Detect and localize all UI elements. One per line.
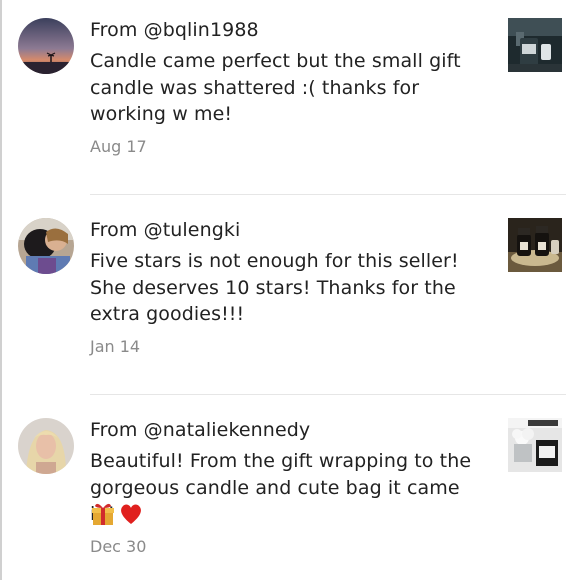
review-author: From @tulengki [90,217,240,243]
review-text: Candle came perfect but the small gift c… [90,50,461,125]
username-link[interactable]: @bqlin1988 [144,19,259,41]
avatar[interactable] [18,18,74,74]
review-text: Five stars is not enough for this seller… [90,250,459,325]
review-date: Aug 17 [90,137,147,156]
review-text: Beautiful! From the gift wrapping to the… [90,450,472,525]
red-heart-icon [121,504,141,524]
review-author: From @nataliekennedy [90,417,310,443]
username-link[interactable]: @tulengki [144,219,241,241]
review-date: Jan 14 [90,337,141,356]
left-border [0,0,2,580]
emoji-row [90,501,144,529]
review-photo[interactable] [508,418,562,472]
review-photo[interactable] [508,18,562,72]
divider [90,394,566,395]
gift-icon [92,503,114,525]
avatar[interactable] [18,218,74,274]
from-prefix: From [90,419,138,441]
divider [90,194,566,195]
review-photo[interactable] [508,218,562,272]
review-author: From @bqlin1988 [90,17,259,43]
from-prefix: From [90,219,138,241]
username-link[interactable]: @nataliekennedy [144,419,311,441]
review-date: Dec 30 [90,537,147,556]
avatar[interactable] [18,418,74,474]
from-prefix: From [90,19,138,41]
